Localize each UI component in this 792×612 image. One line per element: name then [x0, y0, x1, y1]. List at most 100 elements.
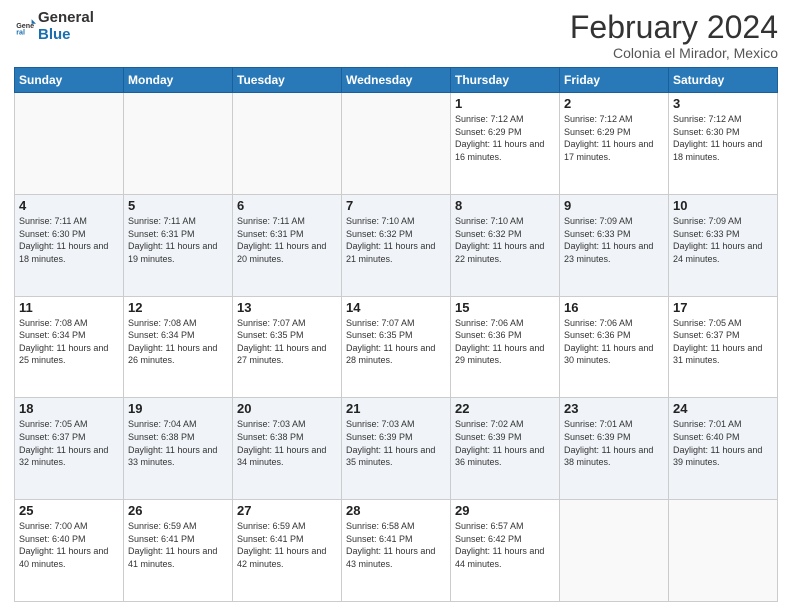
cell-day-number: 21: [346, 401, 446, 416]
cell-info-text: Sunrise: 7:06 AMSunset: 6:36 PMDaylight:…: [564, 317, 664, 367]
cell-info-text: Sunrise: 7:11 AMSunset: 6:31 PMDaylight:…: [128, 215, 228, 265]
cell-day-number: 14: [346, 300, 446, 315]
table-row: [124, 93, 233, 195]
logo-line2: Blue: [38, 27, 94, 44]
cell-day-number: 13: [237, 300, 337, 315]
table-row: 29 Sunrise: 6:57 AMSunset: 6:42 PMDayligh…: [451, 500, 560, 602]
cell-info-text: Sunrise: 7:02 AMSunset: 6:39 PMDaylight:…: [455, 418, 555, 468]
cell-day-number: 11: [19, 300, 119, 315]
cell-day-number: 25: [19, 503, 119, 518]
cell-info-text: Sunrise: 6:59 AMSunset: 6:41 PMDaylight:…: [128, 520, 228, 570]
cell-day-number: 8: [455, 198, 555, 213]
cell-day-number: 1: [455, 96, 555, 111]
cell-info-text: Sunrise: 7:01 AMSunset: 6:40 PMDaylight:…: [673, 418, 773, 468]
table-row: [560, 500, 669, 602]
cell-day-number: 26: [128, 503, 228, 518]
table-row: 3 Sunrise: 7:12 AMSunset: 6:30 PMDaylight…: [669, 93, 778, 195]
cell-info-text: Sunrise: 7:08 AMSunset: 6:34 PMDaylight:…: [128, 317, 228, 367]
table-row: 7Sunrise: 7:10 AMSunset: 6:32 PMDaylight…: [342, 194, 451, 296]
header: Gene ral General Blue February 2024 Colo…: [14, 10, 778, 61]
table-row: 19 Sunrise: 7:04 AMSunset: 6:38 PMDayligh…: [124, 398, 233, 500]
table-row: 2 Sunrise: 7:12 AMSunset: 6:29 PMDaylight…: [560, 93, 669, 195]
calendar-header-row: Sunday Monday Tuesday Wednesday Thursday…: [15, 68, 778, 93]
cell-day-number: 19: [128, 401, 228, 416]
cell-day-number: 5: [128, 198, 228, 213]
table-row: 14 Sunrise: 7:07 AMSunset: 6:35 PMDayligh…: [342, 296, 451, 398]
calendar: Sunday Monday Tuesday Wednesday Thursday…: [14, 67, 778, 602]
cell-info-text: Sunrise: 7:00 AMSunset: 6:40 PMDaylight:…: [19, 520, 119, 570]
logo-line1: General: [38, 10, 94, 27]
cell-info-text: Sunrise: 7:12 AMSunset: 6:30 PMDaylight:…: [673, 113, 773, 163]
logo-icon: Gene ral: [14, 16, 36, 38]
cell-info-text: Sunrise: 7:07 AMSunset: 6:35 PMDaylight:…: [346, 317, 446, 367]
table-row: 10 Sunrise: 7:09 AMSunset: 6:33 PMDayligh…: [669, 194, 778, 296]
cell-info-text: Sunrise: 6:58 AMSunset: 6:41 PMDaylight:…: [346, 520, 446, 570]
cell-day-number: 15: [455, 300, 555, 315]
header-wednesday: Wednesday: [342, 68, 451, 93]
table-row: 6Sunrise: 7:11 AMSunset: 6:31 PMDaylight…: [233, 194, 342, 296]
table-row: 27Sunrise: 6:59 AMSunset: 6:41 PMDayligh…: [233, 500, 342, 602]
cell-day-number: 10: [673, 198, 773, 213]
cell-day-number: 12: [128, 300, 228, 315]
calendar-week-row: 1 Sunrise: 7:12 AMSunset: 6:29 PMDaylight…: [15, 93, 778, 195]
header-tuesday: Tuesday: [233, 68, 342, 93]
table-row: 22 Sunrise: 7:02 AMSunset: 6:39 PMDayligh…: [451, 398, 560, 500]
logo: Gene ral General Blue: [14, 10, 94, 43]
table-row: 12 Sunrise: 7:08 AMSunset: 6:34 PMDayligh…: [124, 296, 233, 398]
cell-day-number: 18: [19, 401, 119, 416]
cell-day-number: 17: [673, 300, 773, 315]
cell-day-number: 4: [19, 198, 119, 213]
header-sunday: Sunday: [15, 68, 124, 93]
cell-day-number: 9: [564, 198, 664, 213]
table-row: 15 Sunrise: 7:06 AMSunset: 6:36 PMDayligh…: [451, 296, 560, 398]
table-row: 5 Sunrise: 7:11 AMSunset: 6:31 PMDaylight…: [124, 194, 233, 296]
calendar-week-row: 4 Sunrise: 7:11 AMSunset: 6:30 PMDaylight…: [15, 194, 778, 296]
table-row: 1Sunrise: 7:12 AMSunset: 6:29 PMDaylight…: [451, 93, 560, 195]
cell-info-text: Sunrise: 7:08 AMSunset: 6:34 PMDaylight:…: [19, 317, 119, 367]
calendar-week-row: 25 Sunrise: 7:00 AMSunset: 6:40 PMDayligh…: [15, 500, 778, 602]
cell-day-number: 20: [237, 401, 337, 416]
table-row: [342, 93, 451, 195]
table-row: [669, 500, 778, 602]
cell-info-text: Sunrise: 7:12 AMSunset: 6:29 PMDaylight:…: [564, 113, 664, 163]
cell-day-number: 29: [455, 503, 555, 518]
table-row: 25 Sunrise: 7:00 AMSunset: 6:40 PMDayligh…: [15, 500, 124, 602]
table-row: 8 Sunrise: 7:10 AMSunset: 6:32 PMDaylight…: [451, 194, 560, 296]
cell-info-text: Sunrise: 7:09 AMSunset: 6:33 PMDaylight:…: [673, 215, 773, 265]
table-row: 26 Sunrise: 6:59 AMSunset: 6:41 PMDayligh…: [124, 500, 233, 602]
cell-info-text: Sunrise: 7:06 AMSunset: 6:36 PMDaylight:…: [455, 317, 555, 367]
header-friday: Friday: [560, 68, 669, 93]
page: Gene ral General Blue February 2024 Colo…: [0, 0, 792, 612]
cell-day-number: 3: [673, 96, 773, 111]
cell-day-number: 28: [346, 503, 446, 518]
cell-day-number: 27: [237, 503, 337, 518]
cell-info-text: Sunrise: 7:05 AMSunset: 6:37 PMDaylight:…: [673, 317, 773, 367]
table-row: 23Sunrise: 7:01 AMSunset: 6:39 PMDayligh…: [560, 398, 669, 500]
cell-info-text: Sunrise: 7:10 AMSunset: 6:32 PMDaylight:…: [455, 215, 555, 265]
table-row: 21 Sunrise: 7:03 AMSunset: 6:39 PMDayligh…: [342, 398, 451, 500]
subtitle: Colonia el Mirador, Mexico: [570, 45, 778, 61]
table-row: 24 Sunrise: 7:01 AMSunset: 6:40 PMDayligh…: [669, 398, 778, 500]
header-thursday: Thursday: [451, 68, 560, 93]
cell-day-number: 23: [564, 401, 664, 416]
cell-info-text: Sunrise: 7:11 AMSunset: 6:30 PMDaylight:…: [19, 215, 119, 265]
table-row: 16Sunrise: 7:06 AMSunset: 6:36 PMDayligh…: [560, 296, 669, 398]
cell-info-text: Sunrise: 6:57 AMSunset: 6:42 PMDaylight:…: [455, 520, 555, 570]
cell-info-text: Sunrise: 7:03 AMSunset: 6:39 PMDaylight:…: [346, 418, 446, 468]
table-row: 4 Sunrise: 7:11 AMSunset: 6:30 PMDaylight…: [15, 194, 124, 296]
svg-text:ral: ral: [16, 28, 25, 36]
cell-info-text: Sunrise: 7:09 AMSunset: 6:33 PMDaylight:…: [564, 215, 664, 265]
cell-day-number: 7: [346, 198, 446, 213]
title-block: February 2024 Colonia el Mirador, Mexico: [570, 10, 778, 61]
main-title: February 2024: [570, 10, 778, 45]
cell-info-text: Sunrise: 7:03 AMSunset: 6:38 PMDaylight:…: [237, 418, 337, 468]
cell-day-number: 22: [455, 401, 555, 416]
table-row: 28 Sunrise: 6:58 AMSunset: 6:41 PMDayligh…: [342, 500, 451, 602]
cell-day-number: 2: [564, 96, 664, 111]
table-row: 20 Sunrise: 7:03 AMSunset: 6:38 PMDayligh…: [233, 398, 342, 500]
cell-day-number: 24: [673, 401, 773, 416]
cell-info-text: Sunrise: 7:04 AMSunset: 6:38 PMDaylight:…: [128, 418, 228, 468]
table-row: 11 Sunrise: 7:08 AMSunset: 6:34 PMDayligh…: [15, 296, 124, 398]
calendar-week-row: 18Sunrise: 7:05 AMSunset: 6:37 PMDayligh…: [15, 398, 778, 500]
table-row: 17 Sunrise: 7:05 AMSunset: 6:37 PMDayligh…: [669, 296, 778, 398]
